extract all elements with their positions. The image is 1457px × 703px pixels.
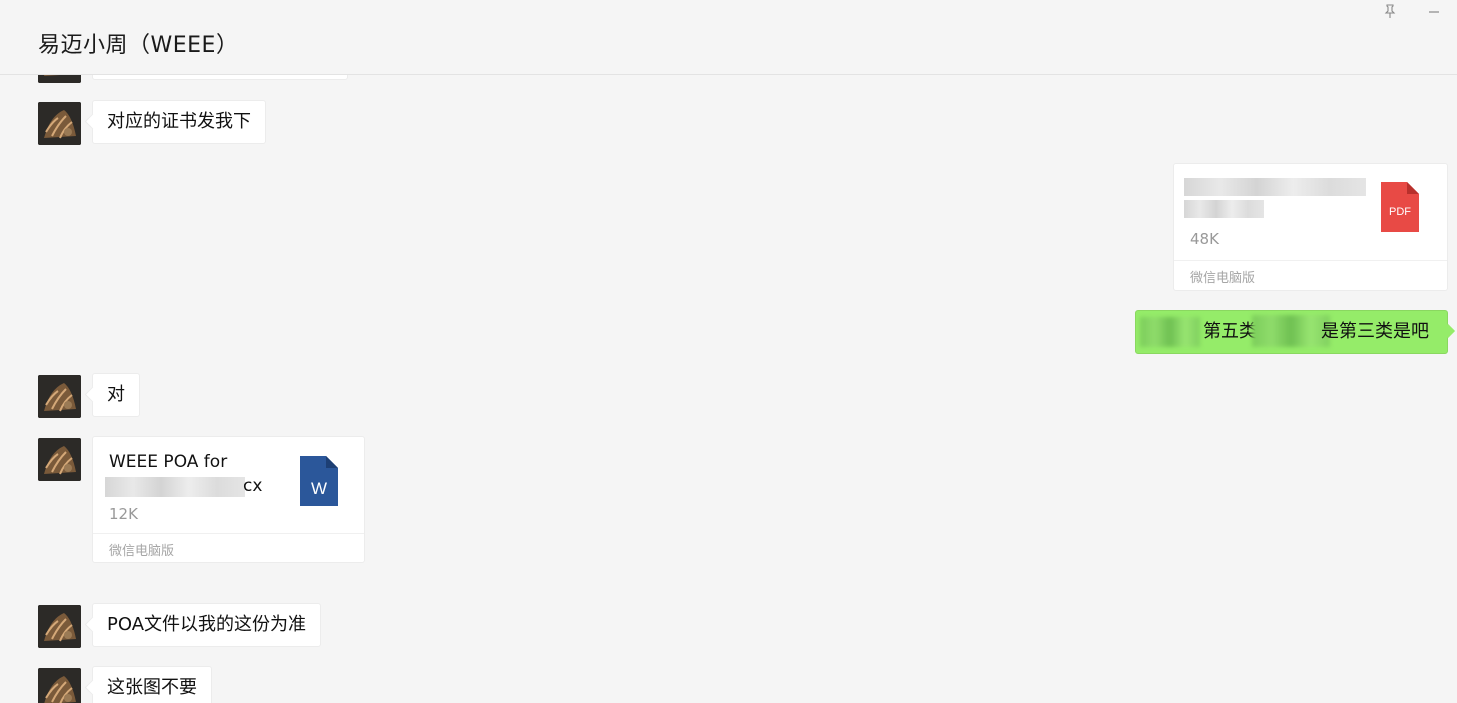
chat-header: 易迈小周（WEEE）	[0, 0, 1457, 75]
avatar[interactable]	[38, 375, 81, 418]
blurred-file-name	[1184, 200, 1264, 218]
message-bubble[interactable]: 对应的证书发我下	[92, 100, 266, 144]
avatar[interactable]	[38, 605, 81, 648]
minimize-icon[interactable]	[1424, 4, 1444, 24]
word-file-icon: W	[300, 456, 338, 506]
blurred-text	[1140, 317, 1200, 347]
file-message-word[interactable]: WEEE POA for cx 12K W 微信电脑版	[92, 436, 365, 563]
blurred-text	[1252, 315, 1330, 347]
file-size: 48K	[1190, 230, 1219, 248]
chat-title: 易迈小周（WEEE）	[38, 33, 239, 58]
avatar[interactable]	[38, 438, 81, 481]
divider	[93, 533, 364, 534]
file-source: 微信电脑版	[1190, 271, 1256, 286]
message-bubble[interactable]: POA文件以我的这份为准	[92, 603, 322, 647]
message-bubble-self[interactable]: 第五类 是第三类是吧	[1135, 310, 1448, 354]
pin-icon[interactable]	[1380, 4, 1400, 24]
message-bubble[interactable]: 对	[92, 373, 140, 417]
avatar[interactable]	[38, 102, 81, 145]
blurred-file-name	[1184, 178, 1366, 196]
file-name-suffix: cx	[243, 476, 263, 496]
message-text: 对	[107, 384, 125, 405]
svg-text:W: W	[311, 479, 327, 498]
blurred-file-name	[105, 477, 245, 497]
message-text: 第五类	[1203, 321, 1257, 342]
file-size: 12K	[109, 505, 138, 523]
svg-text:PDF: PDF	[1389, 206, 1411, 218]
pdf-file-icon: PDF	[1381, 182, 1419, 232]
divider	[1174, 260, 1447, 261]
message-text: POA文件以我的这份为准	[107, 614, 307, 635]
avatar[interactable]	[38, 668, 81, 703]
message-text: 这张图不要	[107, 677, 197, 698]
message-bubble[interactable]: 这张图不要	[92, 666, 212, 703]
file-message-pdf[interactable]: 48K PDF 微信电脑版	[1173, 163, 1448, 291]
message-text: 对应的证书发我下	[107, 111, 251, 132]
file-name-line1: WEEE POA for	[109, 452, 228, 472]
file-source: 微信电脑版	[109, 544, 175, 559]
message-text: 是第三类是吧	[1321, 321, 1429, 342]
